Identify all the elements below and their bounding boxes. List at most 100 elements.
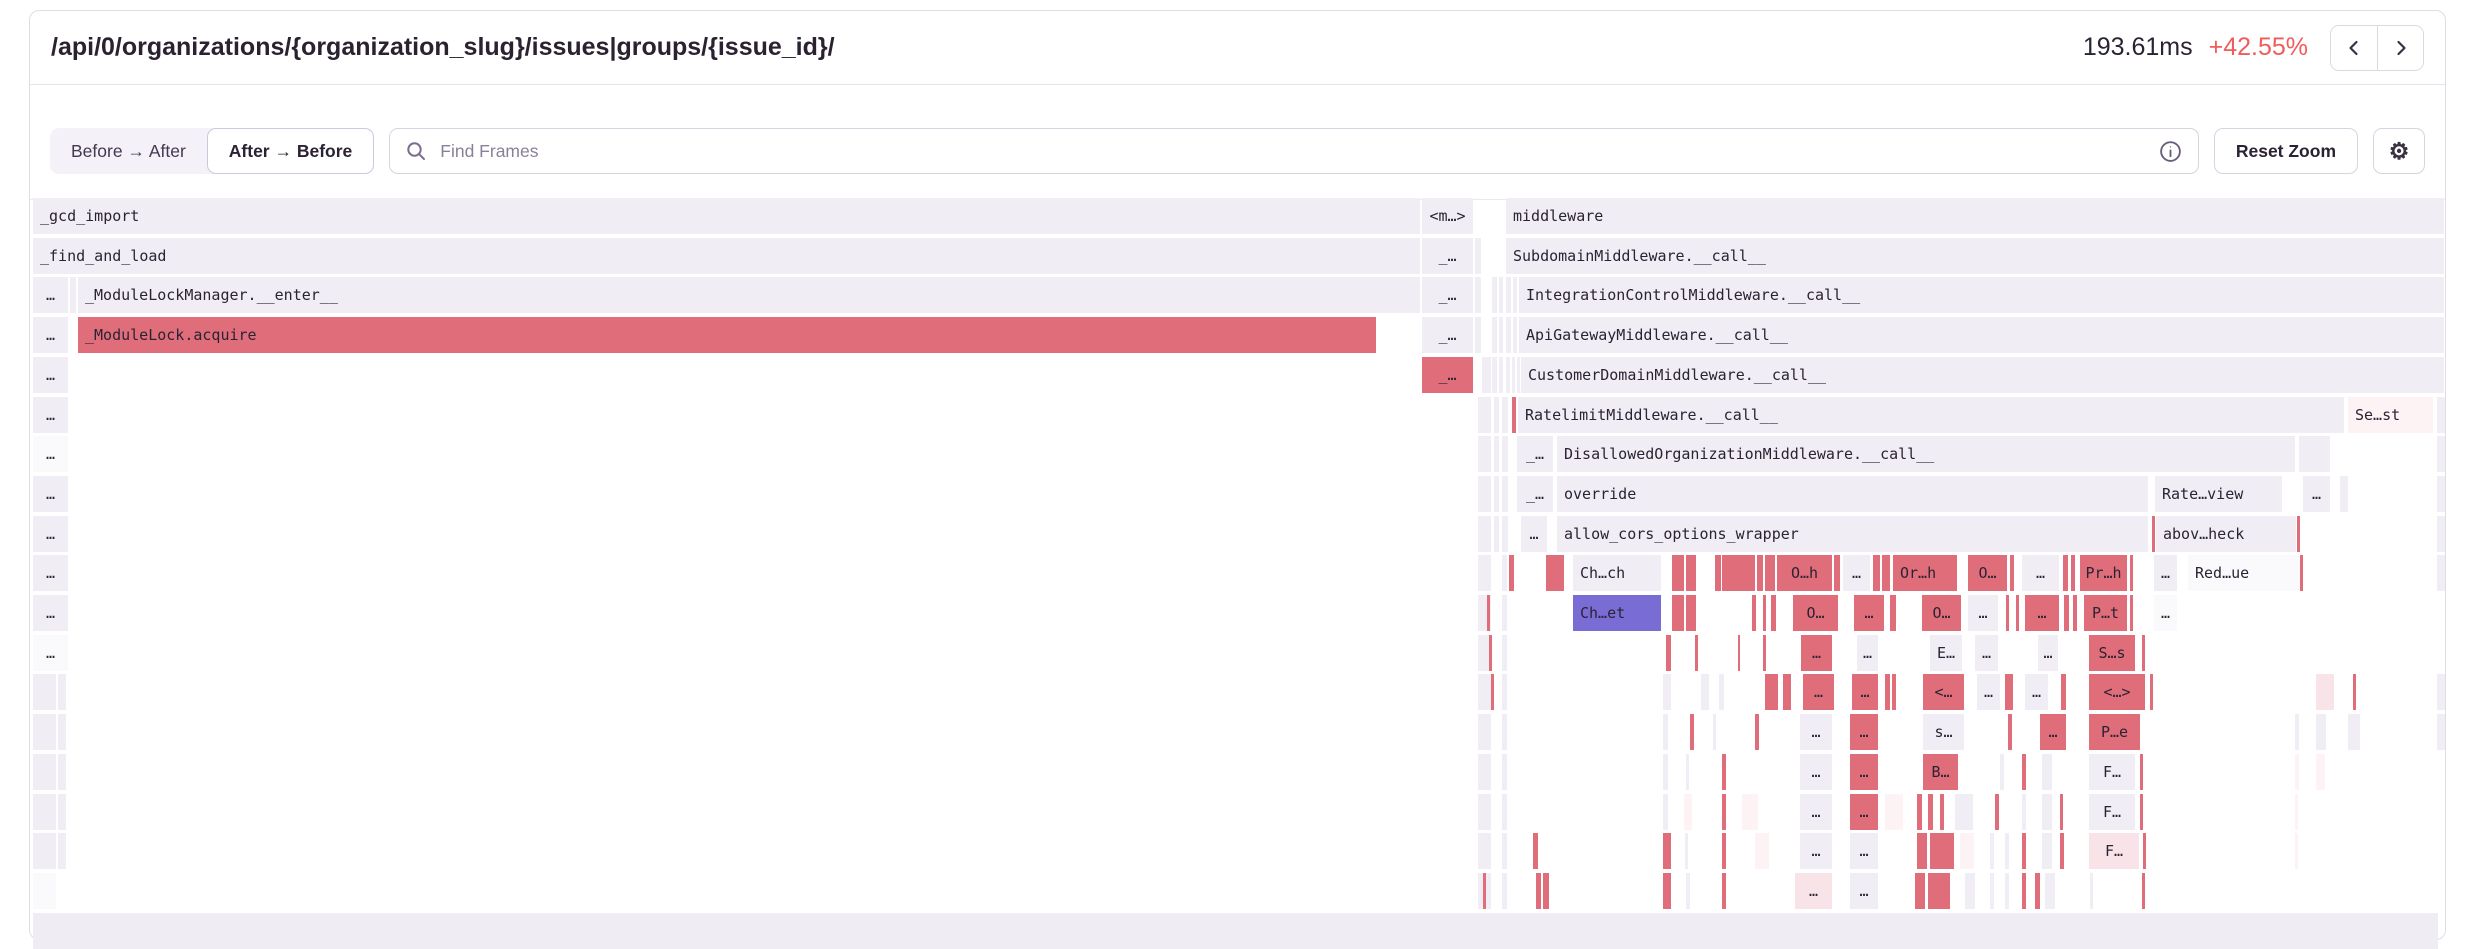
frame-cell[interactable] xyxy=(33,714,56,750)
frame-cell[interactable] xyxy=(1502,595,1507,631)
frame-cell[interactable] xyxy=(1506,277,1511,313)
frame-cell[interactable] xyxy=(1666,635,1671,671)
frame-cell[interactable]: Rate…view xyxy=(2155,476,2282,512)
frame-cell[interactable] xyxy=(1475,317,1481,353)
frame-cell[interactable] xyxy=(1506,357,1510,393)
frame-cell[interactable]: … xyxy=(1521,516,1547,552)
frame-cell[interactable] xyxy=(2437,397,2445,433)
frame-cell[interactable]: … xyxy=(33,635,68,671)
frame-cell[interactable] xyxy=(2353,674,2356,710)
frame-cell[interactable]: … xyxy=(1800,714,1832,750)
frame-cell[interactable] xyxy=(2060,794,2063,830)
frame-cell[interactable] xyxy=(1690,714,1694,750)
frame-cell[interactable] xyxy=(1715,555,1721,591)
frame-cell[interactable] xyxy=(2045,873,2055,909)
frame-cell[interactable] xyxy=(33,913,2438,949)
frame-cell[interactable]: _… xyxy=(1422,357,1473,393)
frame-cell[interactable]: s… xyxy=(1923,714,1964,750)
frame-cell[interactable] xyxy=(1885,674,1890,710)
frame-cell[interactable]: … xyxy=(1854,595,1884,631)
frame-cell[interactable] xyxy=(1742,794,1758,830)
frame-cell[interactable] xyxy=(2000,754,2004,790)
frame-cell[interactable] xyxy=(1489,635,1492,671)
frame-cell[interactable]: O… xyxy=(1968,555,2007,591)
frame-cell[interactable] xyxy=(1672,595,1684,631)
frame-cell[interactable]: DisallowedOrganizationMiddleware.__call_… xyxy=(1557,436,2295,472)
frame-cell[interactable] xyxy=(1763,595,1766,631)
frame-cell[interactable] xyxy=(58,794,66,830)
frame-cell[interactable] xyxy=(1502,436,1508,472)
toggle-after-before[interactable]: After → Before xyxy=(207,128,375,174)
frame-cell[interactable] xyxy=(2060,833,2064,869)
frame-cell[interactable] xyxy=(33,794,56,830)
frame-cell[interactable]: _gcd_import xyxy=(33,198,1420,234)
frame-cell[interactable]: O… xyxy=(1793,595,1838,631)
frame-cell[interactable] xyxy=(1478,476,1491,512)
frame-cell[interactable] xyxy=(1930,833,1954,869)
frame-cell[interactable]: F… xyxy=(2089,833,2139,869)
frame-cell[interactable] xyxy=(2295,714,2299,750)
frame-cell[interactable]: _… xyxy=(1422,277,1473,313)
frame-cell[interactable] xyxy=(1765,674,1778,710)
frame-cell[interactable]: … xyxy=(2154,555,2177,591)
frame-cell[interactable] xyxy=(2005,833,2009,869)
frame-cell[interactable]: Ch…et xyxy=(1573,595,1661,631)
frame-cell[interactable]: … xyxy=(2303,476,2330,512)
frame-cell[interactable]: RatelimitMiddleware.__call__ xyxy=(1518,397,2344,433)
frame-cell[interactable] xyxy=(1502,516,1508,552)
frame-cell[interactable]: F… xyxy=(2089,794,2135,830)
frame-cell[interactable] xyxy=(1663,754,1668,790)
frame-cell[interactable] xyxy=(1873,555,1880,591)
frame-cell[interactable] xyxy=(2437,674,2445,710)
frame-cell[interactable] xyxy=(1502,476,1508,512)
frame-cell[interactable] xyxy=(1502,674,1507,710)
frame-cell[interactable] xyxy=(1502,754,1507,790)
frame-cell[interactable]: SubdomainMiddleware.__call__ xyxy=(1506,238,2444,274)
frame-cell[interactable]: … xyxy=(1850,794,1878,830)
frame-cell[interactable] xyxy=(1955,794,1973,830)
frame-cell[interactable]: … xyxy=(1975,635,1998,671)
frame-cell[interactable] xyxy=(1940,794,1944,830)
frame-cell[interactable]: … xyxy=(1800,754,1832,790)
frame-cell[interactable] xyxy=(1487,595,1490,631)
search-input[interactable] xyxy=(438,140,2147,163)
frame-cell[interactable] xyxy=(2143,833,2146,869)
frame-cell[interactable] xyxy=(1722,794,1726,830)
frame-cell[interactable] xyxy=(1765,555,1775,591)
frame-cell[interactable] xyxy=(1917,833,1927,869)
info-icon[interactable] xyxy=(2158,139,2183,164)
frame-cell[interactable] xyxy=(1771,595,1776,631)
frame-cell[interactable] xyxy=(1755,833,1769,869)
frame-cell[interactable] xyxy=(1752,595,1756,631)
frame-cell[interactable] xyxy=(2295,794,2298,830)
frame-cell[interactable] xyxy=(1499,357,1503,393)
frame-cell[interactable]: … xyxy=(33,397,68,433)
frame-cell[interactable] xyxy=(1502,794,1507,830)
frame-cell[interactable] xyxy=(1663,714,1668,750)
frame-cell[interactable] xyxy=(1478,754,1491,790)
frame-cell[interactable] xyxy=(2042,754,2052,790)
frame-cell[interactable]: Ch…ch xyxy=(1573,555,1661,591)
frame-cell[interactable] xyxy=(2010,555,2014,591)
frame-cell[interactable]: <m…> xyxy=(1422,198,1473,234)
frame-cell[interactable] xyxy=(1502,555,1507,591)
frame-cell[interactable]: … xyxy=(1800,833,1832,869)
frame-cell[interactable]: E… xyxy=(1930,635,1962,671)
frame-cell[interactable] xyxy=(1686,555,1696,591)
frame-cell[interactable]: … xyxy=(1850,873,1878,909)
frame-cell[interactable] xyxy=(1543,873,1549,909)
frame-cell[interactable] xyxy=(1502,635,1507,671)
frame-cell[interactable]: _… xyxy=(1422,238,1473,274)
frame-cell[interactable] xyxy=(1917,794,1922,830)
frame-cell[interactable]: … xyxy=(1852,674,1878,710)
frame-cell[interactable] xyxy=(1502,873,1507,909)
frame-cell[interactable] xyxy=(1686,595,1696,631)
toggle-before-after[interactable]: Before → After xyxy=(50,128,207,174)
frame-cell[interactable]: … xyxy=(33,317,68,353)
frame-cell[interactable] xyxy=(2140,754,2143,790)
frame-cell[interactable] xyxy=(1492,357,1497,393)
frame-cell[interactable] xyxy=(1491,674,1494,710)
frame-cell[interactable] xyxy=(70,277,76,313)
frame-cell[interactable] xyxy=(2437,516,2445,552)
frame-cell[interactable] xyxy=(1502,833,1507,869)
